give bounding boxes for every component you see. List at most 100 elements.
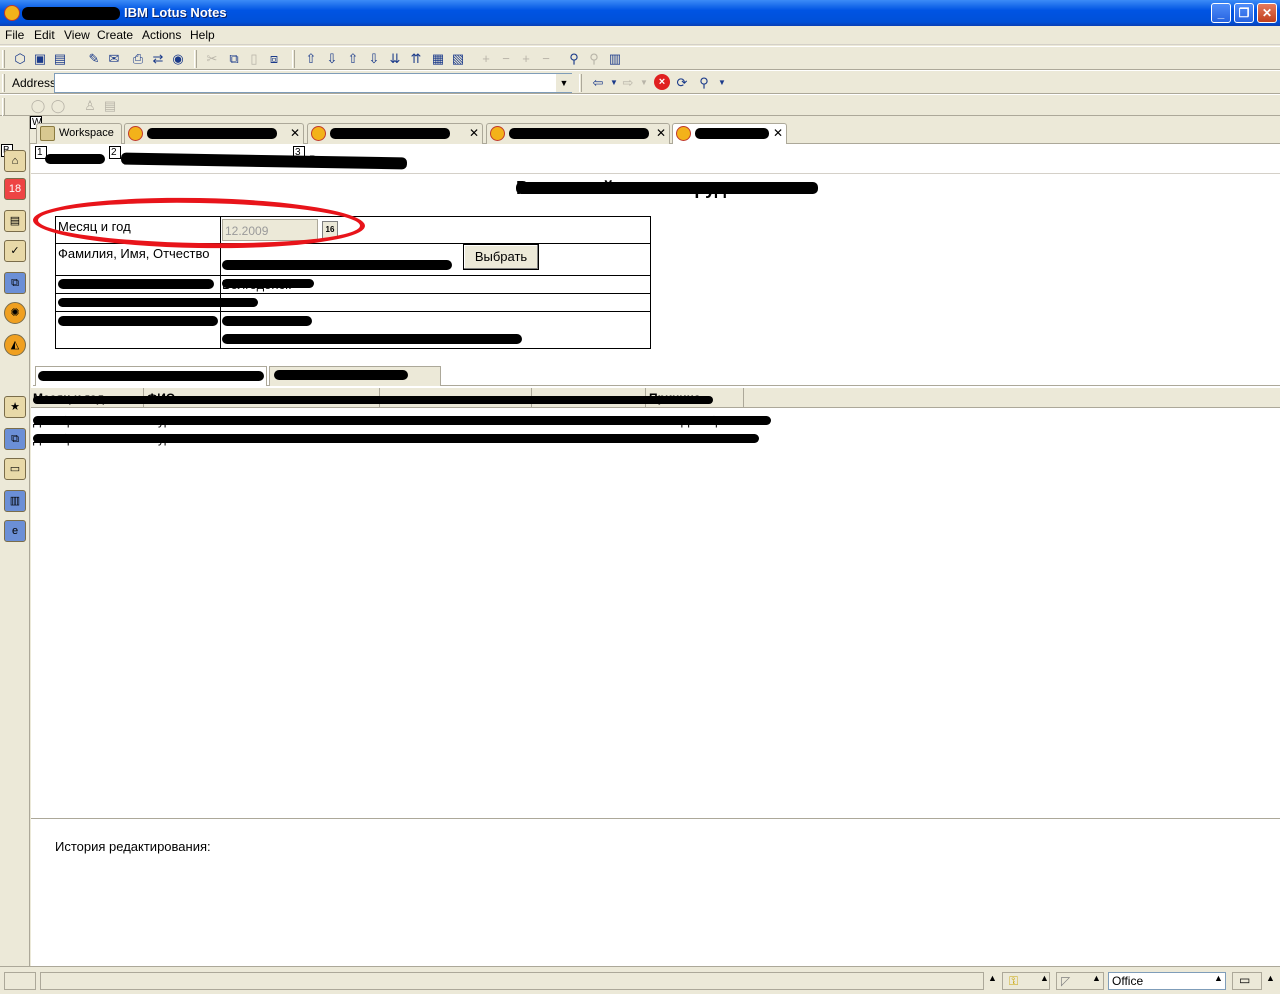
tab-document-active[interactable]: ✕ bbox=[672, 123, 787, 144]
status-up-arrow-icon[interactable]: ▲ bbox=[1040, 973, 1049, 983]
collapse-all-icon[interactable]: − bbox=[538, 51, 554, 67]
minimize-button[interactable]: _ bbox=[1211, 3, 1231, 23]
bookmark-bar: B ⌂ 18 ▤ ✓ ⧉ ✺ ◭ ★ ⧉ ▭ ▥ e bbox=[0, 116, 30, 970]
copy-icon[interactable]: ⧉ bbox=[226, 51, 242, 67]
tab-document-3[interactable]: ✕ bbox=[307, 123, 483, 144]
toolbar-grip bbox=[194, 50, 197, 68]
tab-close-icon[interactable]: ✕ bbox=[656, 124, 666, 143]
shield-icon[interactable]: ◉ bbox=[170, 51, 186, 67]
designer-bookmark-icon[interactable]: ◭ bbox=[4, 334, 26, 356]
window-title-bar: IBM Lotus Notes _ ❐ ✕ bbox=[0, 0, 1280, 26]
todo-bookmark-icon[interactable]: ✓ bbox=[4, 240, 26, 262]
mail-icon[interactable]: ✉ bbox=[106, 51, 122, 67]
stop-icon[interactable]: × bbox=[654, 74, 670, 90]
contacts-bookmark-icon[interactable]: ▤ bbox=[4, 210, 26, 232]
refresh-icon[interactable]: ⟳ bbox=[674, 75, 690, 91]
applications-bookmark-icon[interactable]: ▥ bbox=[4, 490, 26, 512]
view-icon[interactable]: ▦ bbox=[430, 51, 446, 67]
location-selector[interactable]: Office bbox=[1108, 972, 1226, 990]
forward-dropdown-icon[interactable]: ▼ bbox=[636, 75, 652, 91]
replicate-icon[interactable]: ⇄ bbox=[150, 51, 166, 67]
search-dropdown-icon[interactable]: ▼ bbox=[714, 75, 730, 91]
navigate-prev-icon[interactable]: ⇧ bbox=[345, 51, 361, 67]
location-up-arrow-icon[interactable]: ▲ bbox=[1214, 973, 1223, 983]
edit-action[interactable]: Редактировать bbox=[309, 154, 385, 166]
status-up-arrow-icon[interactable]: ▲ bbox=[988, 973, 997, 983]
redacted-title-part bbox=[22, 7, 120, 20]
binoculars-icon[interactable]: ⚲ bbox=[566, 51, 582, 67]
document-icon[interactable]: ▤ bbox=[102, 98, 118, 114]
paste-icon[interactable]: ▯ bbox=[246, 51, 262, 67]
redacted-position-label bbox=[58, 316, 218, 326]
redacted-row bbox=[33, 434, 759, 443]
mail-status-cell[interactable]: ▭ bbox=[1232, 972, 1262, 990]
subtab-1[interactable] bbox=[35, 366, 267, 386]
tab-close-icon[interactable]: ✕ bbox=[469, 124, 479, 143]
notes-bookmark-icon[interactable]: ✺ bbox=[4, 302, 26, 324]
forward-icon[interactable]: ⇨ bbox=[620, 75, 636, 91]
replication-bookmark-icon[interactable]: ⧉ bbox=[4, 272, 26, 294]
address-dropdown-icon[interactable]: ▼ bbox=[556, 74, 572, 92]
new-memo-icon[interactable]: ⬡ bbox=[12, 51, 28, 67]
chat-group-icon[interactable]: ◯ bbox=[50, 98, 66, 114]
close-button[interactable]: ✕ bbox=[1257, 3, 1277, 23]
cut-icon[interactable]: ✂ bbox=[204, 51, 220, 67]
choose-employee-button[interactable]: Выбрать bbox=[463, 244, 539, 270]
expand-all-icon[interactable]: + bbox=[518, 51, 534, 67]
search-web-icon[interactable]: ⚲ bbox=[696, 75, 712, 91]
menu-create[interactable]: Create bbox=[97, 28, 133, 42]
prev-unread-icon[interactable]: ⇈ bbox=[408, 51, 424, 67]
status-up-arrow-icon[interactable]: ▲ bbox=[1092, 973, 1101, 983]
navigate-up-icon[interactable]: ⇧ bbox=[303, 51, 319, 67]
dept-row: 02.0 bbox=[56, 294, 650, 312]
chat-icon[interactable]: ◯ bbox=[30, 98, 46, 114]
properties-icon[interactable]: ▥ bbox=[607, 51, 623, 67]
menu-edit[interactable]: Edit bbox=[34, 28, 55, 42]
paste-special-icon[interactable]: ⧈ bbox=[266, 51, 282, 67]
internet-bookmark-icon[interactable]: e bbox=[4, 520, 26, 542]
tab-workspace[interactable]: Workspace bbox=[36, 123, 122, 144]
print-icon[interactable]: ⎙ bbox=[130, 51, 146, 67]
home-bookmark-icon[interactable]: ⌂ bbox=[4, 150, 26, 172]
back-icon[interactable]: ⇦ bbox=[590, 75, 606, 91]
menu-actions[interactable]: Actions bbox=[142, 28, 181, 42]
tab-document-2[interactable]: ✕ bbox=[124, 123, 304, 144]
redacted-city-value bbox=[222, 279, 314, 288]
toolbar-grip bbox=[292, 50, 295, 68]
menu-view[interactable]: View bbox=[64, 28, 90, 42]
expand-icon[interactable]: + bbox=[478, 51, 494, 67]
redacted-subtab-label bbox=[38, 371, 264, 381]
databases-bookmark-icon[interactable]: ⧉ bbox=[4, 428, 26, 450]
status-cell-left[interactable] bbox=[4, 972, 36, 990]
maximize-button[interactable]: ❐ bbox=[1234, 3, 1254, 23]
search-icon[interactable]: ⚲ bbox=[586, 51, 602, 67]
person-icon[interactable]: ♙ bbox=[82, 98, 98, 114]
calendar-bookmark-icon[interactable]: 18 bbox=[4, 178, 26, 200]
next-unread-icon[interactable]: ⇊ bbox=[387, 51, 403, 67]
toolbar-grip bbox=[579, 74, 582, 92]
navigate-next-icon[interactable]: ⇩ bbox=[366, 51, 382, 67]
frame-icon[interactable]: ▧ bbox=[450, 51, 466, 67]
subtab-2[interactable] bbox=[269, 366, 441, 386]
status-toolbar: ◯ ◯ ♙ ▤ bbox=[0, 94, 1280, 116]
tab-close-icon[interactable]: ✕ bbox=[290, 124, 300, 143]
tab-document-4[interactable]: ✕ bbox=[486, 123, 670, 144]
favorites-bookmark-icon[interactable]: ★ bbox=[4, 396, 26, 418]
status-up-arrow-icon[interactable]: ▲ bbox=[1266, 973, 1275, 983]
table-row[interactable]: Декабрь 2009 Жур 500 за 10 Декабря bbox=[31, 412, 1280, 430]
address-input[interactable] bbox=[54, 73, 572, 93]
folder-bookmark-icon[interactable]: ▭ bbox=[4, 458, 26, 480]
menu-help[interactable]: Help bbox=[190, 28, 215, 42]
edit-document-icon[interactable]: ✎ bbox=[86, 51, 102, 67]
address-label: Address bbox=[12, 76, 57, 90]
lotus-icon bbox=[676, 126, 691, 141]
table-row[interactable]: Декабрь 2009 Жур 1000 bbox=[31, 430, 1280, 448]
tab-close-icon[interactable]: ✕ bbox=[773, 124, 783, 143]
redacted-position-value bbox=[222, 316, 312, 326]
open-folder-icon[interactable]: ▤ bbox=[52, 51, 68, 67]
save-icon[interactable]: ▣ bbox=[32, 51, 48, 67]
navigate-down-icon[interactable]: ⇩ bbox=[324, 51, 340, 67]
collapse-icon[interactable]: − bbox=[498, 51, 514, 67]
action-1-redacted[interactable] bbox=[45, 154, 105, 164]
menu-file[interactable]: File bbox=[5, 28, 24, 42]
